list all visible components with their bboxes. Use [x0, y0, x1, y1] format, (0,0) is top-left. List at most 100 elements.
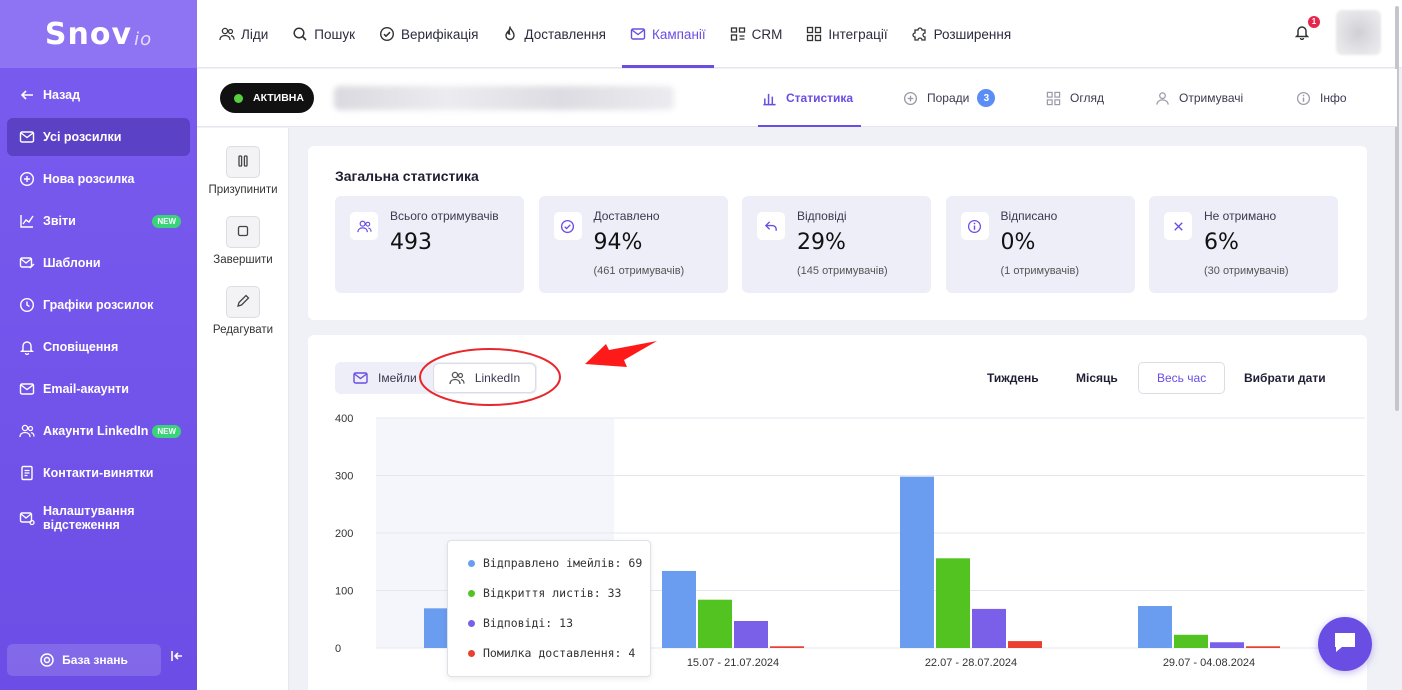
- sidebar-item-10[interactable]: Налаштування відстеження: [7, 496, 190, 540]
- users-icon: [219, 26, 235, 42]
- topnav-item-5[interactable]: CRM: [730, 0, 782, 68]
- topnav-item-2[interactable]: Верифікація: [379, 0, 478, 68]
- sidebar-item-6[interactable]: Сповіщення: [7, 328, 190, 366]
- mail-icon: [19, 129, 35, 145]
- bar-2-1[interactable]: [936, 558, 970, 648]
- stat-label: Всього отримувачів: [390, 209, 499, 223]
- stat-label: Відписано: [1000, 209, 1058, 223]
- period-week-button[interactable]: Тиждень: [987, 362, 1039, 394]
- sidebar-item-5[interactable]: Графіки розсилок: [7, 286, 190, 324]
- clock-icon: [19, 297, 35, 313]
- period-custom-dates-button[interactable]: Вибрати дати: [1244, 362, 1326, 394]
- sidebar-item-label: Контакти-винятки: [43, 466, 154, 480]
- channel-linkedin-label: LinkedIn: [474, 371, 521, 385]
- pause-icon: [235, 153, 251, 172]
- plus-circle-icon: [903, 91, 918, 106]
- campaign-header: АКТИВНА Статистика Поради 3 Огляд Отримувачі…: [197, 69, 1397, 127]
- chart-icon: [19, 213, 35, 229]
- channel-linkedin-tab[interactable]: LinkedIn: [433, 363, 536, 393]
- action-2: Редагувати: [197, 286, 289, 336]
- y-tick-label: 200: [335, 528, 353, 540]
- campaign-tab-label: Інфо: [1320, 91, 1347, 105]
- campaign-tab-3[interactable]: Отримувачі: [1155, 69, 1243, 127]
- stat-value: 6%: [1204, 230, 1239, 255]
- top-nav: Ліди Пошук Верифікація Доставлення Кампанії C…: [197, 0, 1402, 68]
- chart-tooltip: Відправлено імейлів: 69 Відкриття листів:…: [447, 540, 651, 677]
- notifications-bell-icon[interactable]: [1294, 24, 1310, 45]
- bar-1-1[interactable]: [698, 599, 732, 648]
- tooltip-row: Помилка доставлення: 4: [468, 646, 635, 660]
- channel-emails-tab[interactable]: Імейли: [353, 362, 417, 394]
- tooltip-row: Відкриття листів: 33: [468, 586, 621, 600]
- knowledge-base-button[interactable]: База знань: [7, 644, 161, 676]
- topnav-item-7[interactable]: Розширення: [911, 0, 1012, 68]
- bar-3-3[interactable]: [1246, 646, 1280, 648]
- x-tick-label: 15.07 - 21.07.2024: [687, 657, 779, 669]
- top-bar: Ліди Пошук Верифікація Доставлення Кампанії C…: [197, 0, 1402, 411]
- campaign-tab-4[interactable]: Інфо: [1296, 69, 1347, 127]
- sidebar-item-7[interactable]: Email-акаунти: [7, 370, 190, 408]
- sidebar: Snov io Назад Усі розсилки Нова розсилка Зві…: [0, 0, 197, 690]
- bar-2-2[interactable]: [972, 608, 1006, 648]
- sidebar-item-1[interactable]: Усі розсилки: [7, 118, 190, 156]
- period-month-button[interactable]: Місяць: [1076, 362, 1118, 394]
- campaign-tab-1[interactable]: Поради 3: [903, 69, 996, 127]
- period-all-time-button[interactable]: Весь час: [1138, 362, 1226, 394]
- bar-1-3[interactable]: [770, 646, 804, 648]
- stat-value: 29%: [797, 230, 846, 255]
- x-tick-label: 22.07 - 28.07.2024: [925, 657, 1017, 669]
- sidebar-item-9[interactable]: Контакти-винятки: [7, 454, 190, 492]
- action-button-1[interactable]: [226, 216, 260, 248]
- topnav-item-label: Кампанії: [651, 26, 706, 42]
- sidebar-item-label: Назад: [43, 88, 81, 102]
- action-label: Призупинити: [208, 184, 278, 196]
- bar-1-0[interactable]: [662, 570, 696, 648]
- campaign-tab-2[interactable]: Огляд: [1046, 69, 1104, 127]
- sidebar-item-label: Шаблони: [43, 256, 101, 270]
- topnav-item-label: Розширення: [933, 26, 1012, 42]
- sidebar-item-label: Сповіщення: [43, 340, 119, 354]
- campaign-status-label: АКТИВНА: [253, 92, 304, 104]
- stat-label: Відповіді: [797, 209, 847, 223]
- sidebar-item-4[interactable]: Шаблони: [7, 244, 190, 282]
- y-tick-label: 400: [335, 413, 353, 425]
- sidebar-nav: Назад Усі розсилки Нова розсилка Звіти NEW Ша…: [0, 68, 197, 540]
- bar-3-0[interactable]: [1138, 606, 1172, 648]
- support-chat-button[interactable]: [1318, 617, 1372, 671]
- overall-stats-title: Загальна статистика: [335, 168, 479, 184]
- tooltip-text: Помилка доставлення: 4: [483, 646, 636, 660]
- topnav-item-0[interactable]: Ліди: [219, 0, 268, 68]
- users-icon: [350, 212, 378, 240]
- bar-1-2[interactable]: [734, 620, 768, 648]
- topnav-item-3[interactable]: Доставлення: [502, 0, 606, 68]
- bar-2-3[interactable]: [1008, 641, 1042, 648]
- mail-icon: [353, 372, 368, 384]
- campaign-status-badge: АКТИВНА: [220, 83, 314, 113]
- puzzle-icon: [911, 26, 928, 42]
- legend-dot-icon: [468, 649, 475, 657]
- page-scrollbar[interactable]: [1395, 6, 1399, 411]
- collapse-sidebar-icon[interactable]: [170, 649, 184, 668]
- bar-3-2[interactable]: [1210, 642, 1244, 648]
- stat-box: Доставлено 94% (461 отримувачів): [538, 196, 728, 293]
- bar-3-1[interactable]: [1174, 634, 1208, 648]
- lifebuoy-icon: [40, 653, 54, 667]
- stat-value: 94%: [593, 230, 643, 255]
- bar-chart-icon: [762, 91, 777, 106]
- action-button-0[interactable]: [226, 146, 260, 178]
- sidebar-item-3[interactable]: Звіти NEW: [7, 202, 190, 240]
- bar-2-0[interactable]: [900, 476, 934, 648]
- sidebar-item-8[interactable]: Акаунти LinkedIn NEW: [7, 412, 190, 450]
- sidebar-item-0[interactable]: Назад: [7, 76, 190, 114]
- campaign-tab-0[interactable]: Статистика: [757, 69, 862, 127]
- topnav-item-6[interactable]: Інтеграції: [806, 0, 888, 68]
- sidebar-item-2[interactable]: Нова розсилка: [7, 160, 190, 198]
- stat-box: Відписано 0% (1 отримувачів): [945, 196, 1135, 293]
- mail-icon: [19, 381, 35, 397]
- topnav-item-1[interactable]: Пошук: [292, 0, 355, 68]
- snov-logo[interactable]: Snov io: [0, 0, 197, 68]
- action-button-2[interactable]: [226, 286, 260, 318]
- topnav-item-label: Доставлення: [524, 26, 606, 42]
- user-avatar[interactable]: [1336, 10, 1381, 55]
- topnav-item-4[interactable]: Кампанії: [622, 0, 714, 68]
